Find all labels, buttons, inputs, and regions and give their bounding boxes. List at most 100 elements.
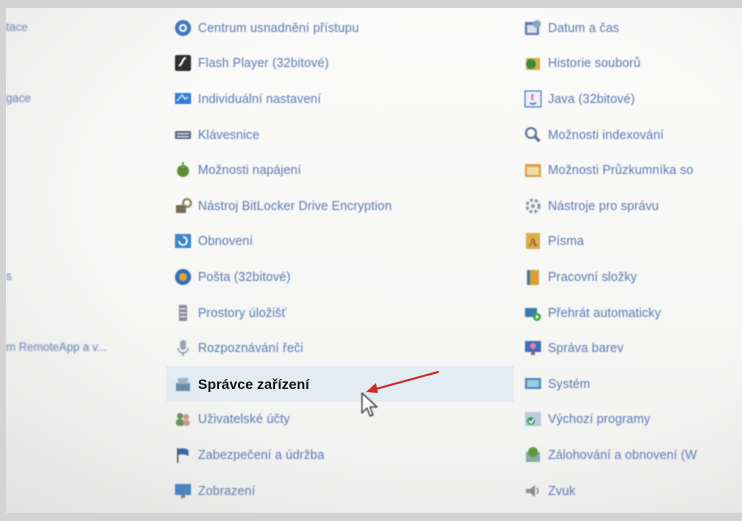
- speech-recognition-icon: [174, 339, 192, 357]
- default-programs-icon: [524, 410, 542, 428]
- left-column-item[interactable]: m RemoteApp a v...: [6, 330, 156, 366]
- right-item-indexing[interactable]: Možnosti indexování: [524, 117, 742, 153]
- left-column-item: [6, 46, 156, 82]
- date-time-icon: [524, 19, 542, 37]
- left-column-item[interactable]: tace: [6, 10, 156, 46]
- work-folders-icon: [524, 268, 542, 286]
- file-history-icon: [524, 54, 542, 72]
- color-management-icon: [524, 339, 542, 357]
- middle-item-label: Flash Player (32bitové): [198, 56, 329, 71]
- right-item-label: Datum a čas: [548, 20, 620, 35]
- middle-item-label: Zabezpečení a údržba: [198, 447, 325, 462]
- right-item-autoplay[interactable]: Přehrát automaticky: [524, 295, 742, 331]
- right-item-label: Správa barev: [548, 341, 624, 356]
- right-item-label: Přehrát automaticky: [548, 305, 662, 320]
- middle-item-keyboard[interactable]: Klávesnice: [174, 117, 514, 153]
- middle-item-label: Pošta (32bitové): [198, 269, 291, 284]
- mail-icon: [174, 268, 192, 286]
- left-column-item: [6, 366, 156, 402]
- left-column-item: [6, 152, 156, 188]
- right-item-label: Zálohování a obnovení (W: [548, 447, 698, 462]
- device-manager-icon: [174, 375, 192, 393]
- middle-item-mail[interactable]: Pošta (32bitové): [174, 259, 514, 295]
- middle-item-label: Prostory úložišť: [198, 305, 287, 320]
- right-item-label: Výchozí programy: [548, 412, 651, 427]
- right-item-admin-tools[interactable]: Nástroje pro správu: [524, 188, 742, 224]
- middle-item-label: Uživatelské účty: [198, 412, 290, 427]
- middle-item-label: Individuální nastavení: [198, 91, 322, 106]
- left-column-item: [6, 437, 156, 473]
- middle-item-label: Rozpoznávání řeči: [198, 341, 304, 356]
- right-item-date-time[interactable]: Datum a čas: [524, 10, 742, 46]
- svg-text:A: A: [528, 236, 538, 249]
- right-item-label: Zvuk: [548, 483, 576, 498]
- user-accounts-icon: [174, 410, 192, 428]
- left-column-item-label: s: [6, 270, 12, 283]
- right-item-backup-restore[interactable]: Zálohování a obnovení (W: [524, 437, 742, 473]
- middle-item-device-manager[interactable]: Správce zařízení: [166, 365, 514, 402]
- middle-item-user-accounts[interactable]: Uživatelské účty: [174, 402, 514, 438]
- middle-item-power-options[interactable]: Možnosti napájení: [174, 152, 514, 188]
- right-item-label: Písma: [548, 234, 584, 249]
- middle-item-ease-of-access[interactable]: Centrum usnadnění přístupu: [174, 10, 514, 46]
- personalization-icon: [174, 90, 192, 108]
- right-item-label: Java (32bitové): [548, 91, 635, 106]
- left-column-item: [6, 473, 156, 509]
- middle-item-flash-player[interactable]: Flash Player (32bitové): [174, 46, 514, 82]
- backup-restore-icon: [524, 446, 542, 464]
- middle-item-personalization[interactable]: Individuální nastavení: [174, 81, 514, 117]
- right-item-label: Pracovní složky: [548, 269, 638, 284]
- recovery-icon: [174, 232, 192, 250]
- control-panel-window: tace gace s m RemoteApp a v... Centrum usna…: [6, 8, 742, 513]
- right-item-system[interactable]: Systém: [524, 366, 742, 402]
- sound-icon: [524, 482, 542, 500]
- left-column: tace gace s m RemoteApp a v...: [6, 10, 156, 508]
- right-item-label: Nástroje pro správu: [548, 198, 659, 213]
- left-column-item[interactable]: gace: [6, 81, 156, 117]
- left-column-item-label: tace: [6, 21, 28, 34]
- middle-item-label: Zobrazení: [198, 483, 256, 498]
- right-item-label: Systém: [548, 376, 591, 391]
- right-item-work-folders[interactable]: Pracovní složky: [524, 259, 742, 295]
- left-column-item: [6, 188, 156, 224]
- middle-item-storage-spaces[interactable]: Prostory úložišť: [174, 295, 514, 331]
- middle-item-bitlocker[interactable]: Nástroj BitLocker Drive Encryption: [174, 188, 514, 224]
- security-maintenance-flag-icon: [174, 446, 192, 464]
- middle-item-label: Správce zařízení: [198, 375, 310, 392]
- middle-item-display[interactable]: Zobrazení: [174, 473, 514, 509]
- middle-item-security-maintenance-flag[interactable]: Zabezpečení a údržba: [174, 437, 514, 473]
- display-icon: [174, 482, 192, 500]
- right-item-label: Možnosti Průzkumníka so: [548, 163, 694, 178]
- right-item-default-programs[interactable]: Výchozí programy: [524, 402, 742, 438]
- ease-of-access-icon: [174, 19, 192, 37]
- admin-tools-icon: [524, 197, 542, 215]
- left-column-item-label: m RemoteApp a v...: [6, 342, 107, 355]
- right-item-fonts[interactable]: A Písma: [524, 224, 742, 260]
- middle-item-label: Klávesnice: [198, 127, 260, 142]
- right-item-sound[interactable]: Zvuk: [524, 473, 742, 509]
- power-options-icon: [174, 161, 192, 179]
- keyboard-icon: [174, 126, 192, 144]
- mouse-cursor-icon: [361, 392, 378, 417]
- autoplay-icon: [524, 304, 542, 322]
- system-icon: [524, 375, 542, 393]
- right-item-file-history[interactable]: Historie souborů: [524, 46, 742, 82]
- flash-player-icon: [174, 54, 192, 72]
- fonts-icon: A: [524, 232, 542, 250]
- middle-item-recovery[interactable]: Obnovení: [174, 224, 514, 260]
- middle-item-label: Nástroj BitLocker Drive Encryption: [198, 198, 392, 213]
- left-column-item: [6, 224, 156, 260]
- right-item-color-management[interactable]: Správa barev: [524, 330, 742, 366]
- right-item-explorer-options[interactable]: Možnosti Průzkumníka so: [524, 152, 742, 188]
- bitlocker-icon: [174, 197, 192, 215]
- left-column-item-label: gace: [6, 92, 31, 105]
- middle-item-label: Obnovení: [198, 234, 254, 249]
- right-item-java[interactable]: Java (32bitové): [524, 81, 742, 117]
- right-item-label: Možnosti indexování: [548, 127, 664, 142]
- storage-spaces-icon: [174, 304, 192, 322]
- right-column: Datum a čas Historie souborů Java (32bitov…: [524, 10, 742, 508]
- middle-item-speech-recognition[interactable]: Rozpoznávání řeči: [174, 330, 514, 366]
- right-item-label: Historie souborů: [548, 56, 641, 71]
- left-column-item: [6, 295, 156, 331]
- left-column-item[interactable]: s: [6, 259, 156, 295]
